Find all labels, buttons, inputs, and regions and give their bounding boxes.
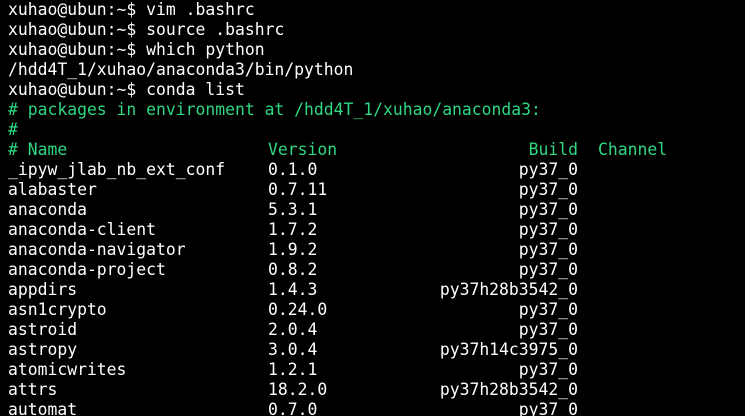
package-row: automat 0.7.0 py37_0	[8, 400, 745, 416]
package-version: 0.7.0	[268, 400, 318, 416]
package-version: 1.7.2	[268, 220, 318, 239]
package-row: alabaster 0.7.11 py37_0	[8, 180, 745, 200]
package-build: py37h28b3542_0	[439, 380, 578, 399]
package-version: 0.8.2	[268, 260, 318, 279]
package-name: _ipyw_jlab_nb_ext_conf	[8, 160, 226, 179]
column-build-header: Build	[528, 140, 578, 159]
package-build: py37_0	[518, 160, 578, 179]
package-version: 0.1.0	[268, 160, 318, 179]
history-line-5: xuhao@ubun:~$ conda list	[8, 80, 745, 100]
prompt: xuhao@ubun:~$	[8, 0, 147, 19]
package-name: anaconda-navigator	[8, 240, 186, 259]
command: source .bashrc	[146, 20, 285, 39]
history-line-1: xuhao@ubun:~$ vim .bashrc	[8, 0, 745, 20]
package-build: py37_0	[518, 180, 578, 199]
package-row: anaconda-project 0.8.2 py37_0	[8, 260, 745, 280]
env-comment: # packages in environment at /hdd4T_1/xu…	[8, 100, 541, 119]
package-name: asn1crypto	[8, 300, 107, 319]
package-version: 2.0.4	[268, 320, 318, 339]
package-build: py37_0	[518, 200, 578, 219]
terminal-window[interactable]: xuhao@ubun:~$ vim .bashrc xuhao@ubun:~$ …	[0, 0, 745, 416]
package-row: anaconda-client 1.7.2 py37_0	[8, 220, 745, 240]
command: vim .bashrc	[146, 0, 255, 19]
package-build: py37_0	[518, 260, 578, 279]
package-name: anaconda-client	[8, 220, 157, 239]
package-row: appdirs 1.4.3 py37h28b3542_0	[8, 280, 745, 300]
package-row: _ipyw_jlab_nb_ext_conf 0.1.0 py37_0	[8, 160, 745, 180]
history-line-3: xuhao@ubun:~$ which python	[8, 40, 745, 60]
package-name: appdirs	[8, 280, 78, 299]
column-header-row: # Name Version Build Channel	[8, 140, 745, 160]
package-build: py37_0	[518, 240, 578, 259]
package-name: attrs	[8, 380, 58, 399]
column-version-header: Version	[268, 140, 338, 159]
package-build: py37h14c3975_0	[439, 340, 578, 359]
package-version: 5.3.1	[268, 200, 318, 219]
column-name-header: # Name	[8, 140, 68, 159]
package-name: astropy	[8, 340, 78, 359]
blank-comment: #	[8, 120, 18, 139]
prompt: xuhao@ubun:~$	[8, 20, 147, 39]
package-name: astroid	[8, 320, 78, 339]
package-build: py37_0	[518, 360, 578, 379]
command: conda list	[146, 80, 245, 99]
package-build: py37_0	[518, 300, 578, 319]
history-line-2: xuhao@ubun:~$ source .bashrc	[8, 20, 745, 40]
package-build: py37_0	[518, 220, 578, 239]
package-name: automat	[8, 400, 78, 416]
package-row: anaconda 5.3.1 py37_0	[8, 200, 745, 220]
package-row: atomicwrites 1.2.1 py37_0	[8, 360, 745, 380]
package-build: py37_0	[518, 400, 578, 416]
column-channel-header: Channel	[598, 140, 668, 159]
package-name: anaconda	[8, 200, 87, 219]
package-row: astropy 3.0.4 py37h14c3975_0	[8, 340, 745, 360]
prompt: xuhao@ubun:~$	[8, 80, 147, 99]
command: which python	[146, 40, 265, 59]
package-name: atomicwrites	[8, 360, 127, 379]
package-row: astroid 2.0.4 py37_0	[8, 320, 745, 340]
package-version: 0.7.11	[268, 180, 328, 199]
package-name: alabaster	[8, 180, 97, 199]
package-list: _ipyw_jlab_nb_ext_conf 0.1.0 py37_0 alabast…	[8, 160, 745, 416]
package-version: 3.0.4	[268, 340, 318, 359]
package-row: anaconda-navigator 1.9.2 py37_0	[8, 240, 745, 260]
package-name: anaconda-project	[8, 260, 166, 279]
package-row: attrs 18.2.0 py37h28b3542_0	[8, 380, 745, 400]
package-version: 0.24.0	[268, 300, 328, 319]
package-build: py37_0	[518, 320, 578, 339]
package-version: 1.9.2	[268, 240, 318, 259]
package-version: 1.2.1	[268, 360, 318, 379]
package-version: 1.4.3	[268, 280, 318, 299]
package-build: py37h28b3542_0	[439, 280, 578, 299]
package-version: 18.2.0	[268, 380, 328, 399]
package-row: asn1crypto 0.24.0 py37_0	[8, 300, 745, 320]
command-output: /hdd4T_1/xuhao/anaconda3/bin/python	[8, 60, 354, 79]
prompt: xuhao@ubun:~$	[8, 40, 147, 59]
